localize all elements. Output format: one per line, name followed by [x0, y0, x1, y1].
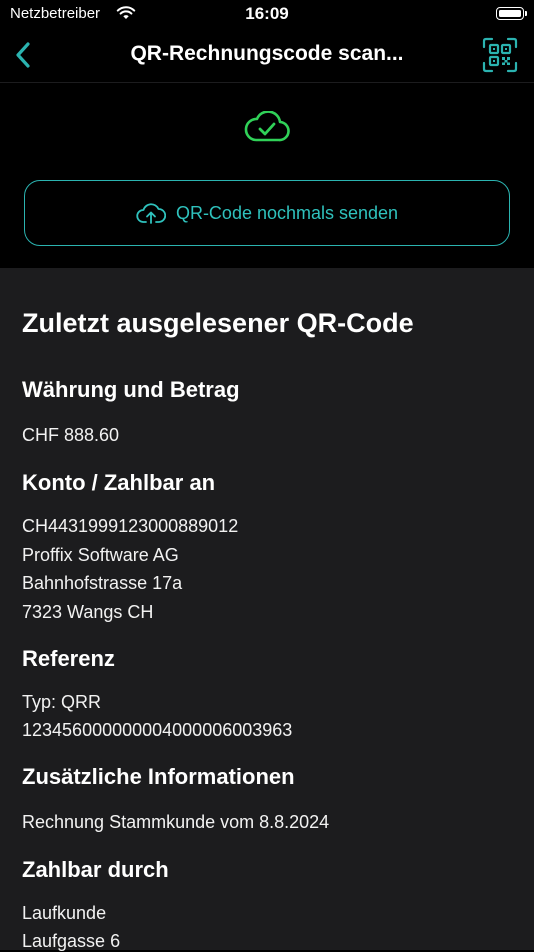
qr-code-icon — [482, 37, 518, 73]
payable-by-name: Laufkunde — [22, 903, 107, 923]
reference-type: Typ: QRR — [22, 692, 102, 712]
qr-scan-button[interactable] — [482, 37, 518, 73]
additional-info-title: Zusätzliche Informationen — [22, 764, 295, 789]
account-iban: CH4431999123000889012 — [22, 516, 239, 536]
battery-icon — [496, 7, 527, 20]
resend-button-label: QR-Code nochmals senden — [175, 202, 399, 223]
page-title: QR-Rechnungscode scan... — [130, 42, 404, 65]
status-bar: Netzbetreiber 16:09 — [0, 0, 534, 30]
currency-amount-value: CHF 888.60 — [22, 425, 120, 445]
cloud-check-icon — [244, 111, 290, 142]
account-name: Proffix Software AG — [22, 545, 179, 565]
last-scan-heading: Zuletzt ausgelesener QR-Code — [22, 308, 414, 338]
additional-info-value: Rechnung Stammkunde vom 8.8.2024 — [22, 812, 330, 832]
payable-by-street: Laufgasse 6 — [22, 931, 121, 951]
cloud-upload-icon — [136, 203, 166, 224]
account-title: Konto / Zahlbar an — [22, 470, 216, 495]
account-street: Bahnhofstrasse 17a — [22, 573, 183, 593]
resend-qr-code-button[interactable]: QR-Code nochmals senden — [24, 180, 510, 246]
reference-number: 123456000000004000006003963 — [22, 720, 293, 740]
navigation-bar: QR-Rechnungscode scan... — [0, 30, 534, 83]
reference-title: Referenz — [22, 646, 115, 671]
account-city: 7323 Wangs CH — [22, 602, 154, 622]
clock: 16:09 — [245, 4, 289, 23]
currency-amount-title: Währung und Betrag — [22, 377, 240, 402]
payable-by-title: Zahlbar durch — [22, 857, 169, 882]
